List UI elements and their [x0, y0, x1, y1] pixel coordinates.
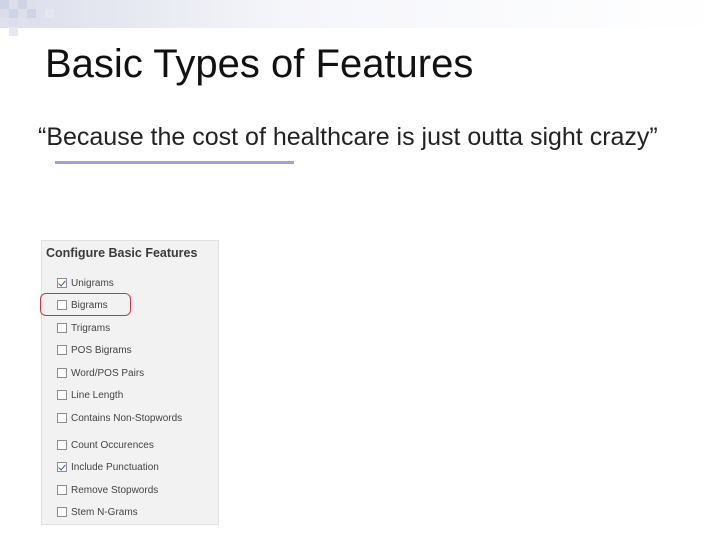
- option-word-pos-pairs[interactable]: Word/POS Pairs: [57, 366, 144, 380]
- option-unigrams[interactable]: Unigrams: [57, 276, 114, 290]
- line-length-checkbox[interactable]: [57, 390, 67, 400]
- option-label: Line Length: [71, 389, 124, 401]
- option-label: Word/POS Pairs: [71, 367, 145, 379]
- option-pos-bigrams[interactable]: POS Bigrams: [57, 343, 132, 357]
- unigrams-checkbox[interactable]: [57, 278, 67, 288]
- option-label: Include Punctuation: [71, 461, 159, 473]
- deco-square: [36, 0, 45, 9]
- deco-square: [27, 9, 36, 18]
- trigrams-checkbox[interactable]: [57, 323, 67, 333]
- option-line-length[interactable]: Line Length: [57, 388, 123, 402]
- include-punctuation-checkbox[interactable]: [57, 462, 67, 472]
- deco-square: [0, 0, 9, 9]
- option-include-punctuation[interactable]: Include Punctuation: [57, 460, 159, 474]
- option-label: Stem N-Grams: [71, 506, 138, 518]
- deco-square: [0, 18, 9, 27]
- option-label: Trigrams: [71, 322, 111, 334]
- option-label: POS Bigrams: [71, 344, 132, 356]
- option-contains-non-stopwords[interactable]: Contains Non-Stopwords: [57, 411, 182, 425]
- deco-square: [18, 18, 27, 27]
- deco-square: [45, 9, 54, 18]
- deco-square: [9, 9, 18, 18]
- deco-square: [9, 27, 18, 36]
- option-remove-stopwords[interactable]: Remove Stopwords: [57, 483, 158, 497]
- slide-title: Basic Types of Features: [45, 42, 474, 86]
- option-label: Contains Non-Stopwords: [71, 412, 183, 424]
- accent-rule: [55, 161, 294, 164]
- option-stem-n-grams[interactable]: Stem N-Grams: [57, 505, 138, 519]
- option-label: Remove Stopwords: [71, 484, 159, 496]
- bigrams-highlight-box: [40, 293, 131, 316]
- decorative-squares: [0, 0, 720, 40]
- contains-non-stopwords-checkbox[interactable]: [57, 413, 67, 423]
- option-label: Unigrams: [71, 277, 114, 289]
- pos-bigrams-checkbox[interactable]: [57, 345, 67, 355]
- configure-features-panel: Configure Basic Features Unigrams Bigram…: [41, 240, 219, 525]
- deco-square: [18, 0, 27, 9]
- word-pos-pairs-checkbox[interactable]: [57, 368, 67, 378]
- slide-quote: “Because the cost of healthcare is just …: [38, 123, 658, 151]
- option-label: Count Occurences: [71, 439, 154, 451]
- stem-n-grams-checkbox[interactable]: [57, 507, 67, 517]
- option-count-occurences[interactable]: Count Occurences: [57, 438, 154, 452]
- panel-title: Configure Basic Features: [46, 246, 198, 260]
- count-occurences-checkbox[interactable]: [57, 440, 67, 450]
- remove-stopwords-checkbox[interactable]: [57, 485, 67, 495]
- option-trigrams[interactable]: Trigrams: [57, 321, 110, 335]
